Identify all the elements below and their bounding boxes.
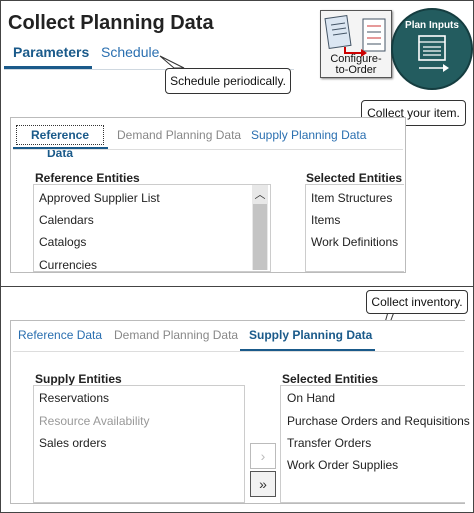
tab-demand-planning-data[interactable]: Demand Planning Data bbox=[117, 128, 241, 142]
list-item[interactable]: Work Definitions bbox=[311, 235, 398, 249]
tab-reference-data-2[interactable]: Reference Data bbox=[18, 328, 102, 342]
list-item[interactable]: Reservations bbox=[39, 391, 109, 405]
list-item[interactable]: On Hand bbox=[287, 391, 335, 405]
reference-entities-label: Reference Entities bbox=[35, 171, 140, 185]
selected-entities-label: Selected Entities bbox=[306, 171, 403, 185]
configure-to-order-label: Configure-to-Order bbox=[330, 53, 382, 76]
list-item[interactable]: Catalogs bbox=[39, 235, 86, 249]
schedule-callout-pointer bbox=[159, 55, 185, 69]
tab-supply-planning-data-2[interactable]: Supply Planning Data bbox=[249, 328, 372, 342]
section-divider bbox=[0, 286, 474, 287]
list-item[interactable]: Approved Supplier List bbox=[39, 191, 160, 205]
scrollbar-thumb[interactable] bbox=[253, 204, 267, 270]
selected-entities-label-2: Selected Entities bbox=[282, 372, 379, 386]
configure-to-order-icon: Configure-to-Order bbox=[320, 10, 392, 78]
panel2-tab-divider bbox=[13, 351, 464, 352]
schedule-callout: Schedule periodically. bbox=[165, 68, 291, 94]
list-item[interactable]: Item Structures bbox=[311, 191, 392, 205]
list-item[interactable]: Calendars bbox=[39, 213, 94, 227]
move-selected-button[interactable]: › bbox=[250, 443, 276, 469]
plan-inputs-icon: Plan Inputs bbox=[391, 8, 473, 90]
collect-inventory-callout: Collect inventory. bbox=[366, 290, 468, 314]
list-item[interactable]: Work Order Supplies bbox=[287, 458, 398, 472]
panel1-tab-divider bbox=[13, 149, 403, 150]
tab-supply-planning-data[interactable]: Supply Planning Data bbox=[251, 128, 366, 142]
list-item[interactable]: Purchase Orders and Requisitions bbox=[287, 414, 470, 428]
scroll-up-icon[interactable]: ︿ bbox=[252, 186, 268, 202]
move-all-button[interactable]: » bbox=[250, 471, 276, 497]
tab-demand-planning-data-2[interactable]: Demand Planning Data bbox=[114, 328, 238, 342]
list-item[interactable]: Resource Availability bbox=[39, 414, 150, 428]
list-item[interactable]: Transfer Orders bbox=[287, 436, 371, 450]
list-item[interactable]: Sales orders bbox=[39, 436, 106, 450]
list-item[interactable]: Currencies bbox=[39, 258, 97, 272]
list-item[interactable]: Items bbox=[311, 213, 340, 227]
tab-reference-data[interactable]: Reference Data bbox=[16, 125, 104, 160]
documents-icon bbox=[324, 15, 386, 57]
supply-entities-label: Supply Entities bbox=[35, 372, 122, 386]
spreadsheet-arrow-icon bbox=[418, 35, 449, 72]
